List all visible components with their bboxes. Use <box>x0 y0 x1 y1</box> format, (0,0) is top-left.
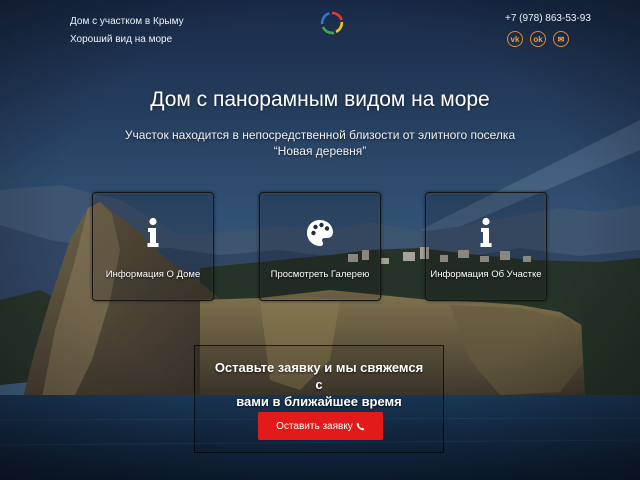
info-icon <box>93 217 213 249</box>
card-house-info[interactable]: Информация О Доме <box>92 192 214 301</box>
page-subtitle: Участок находится в непосредственной бли… <box>120 127 520 159</box>
social-links: vk ok ✉ <box>507 31 569 47</box>
submit-request-button[interactable]: Оставить заявку <box>258 412 383 440</box>
card-label: Информация О Доме <box>105 269 201 280</box>
subtitle-line-1: Участок находится в непосредственной бли… <box>124 128 516 142</box>
submit-request-label: Оставить заявку <box>276 420 353 432</box>
card-gallery[interactable]: Просмотреть Галерею <box>259 192 381 301</box>
tagline-line-1: Дом с участком в Крыму <box>70 16 184 27</box>
page-title: Дом с панорамным видом на море <box>150 88 490 111</box>
subtitle-line-2: “Новая деревня” <box>273 144 367 158</box>
site-tagline: Дом с участком в Крыму Хороший вид на мо… <box>70 13 184 49</box>
callback-text-line-2: вами в ближайшее время <box>236 394 402 409</box>
card-label: Информация Об Участке <box>430 269 542 280</box>
callback-text: Оставьте заявку и мы свяжемся с вами в б… <box>214 359 424 410</box>
palette-icon <box>260 217 380 249</box>
info-icon <box>426 217 546 249</box>
logo-icon[interactable] <box>320 11 344 35</box>
tagline-line-2: Хороший вид на море <box>70 34 173 45</box>
card-label: Просмотреть Галерею <box>270 269 370 280</box>
vk-icon[interactable]: vk <box>507 31 523 47</box>
card-plot-info[interactable]: Информация Об Участке <box>425 192 547 301</box>
callback-text-line-1: Оставьте заявку и мы свяжемся с <box>214 360 424 392</box>
odnoklassniki-icon[interactable]: ok <box>530 31 546 47</box>
phone-icon <box>356 422 365 430</box>
email-icon[interactable]: ✉ <box>553 31 569 47</box>
phone-number[interactable]: +7 (978) 863-53-93 <box>505 13 591 24</box>
